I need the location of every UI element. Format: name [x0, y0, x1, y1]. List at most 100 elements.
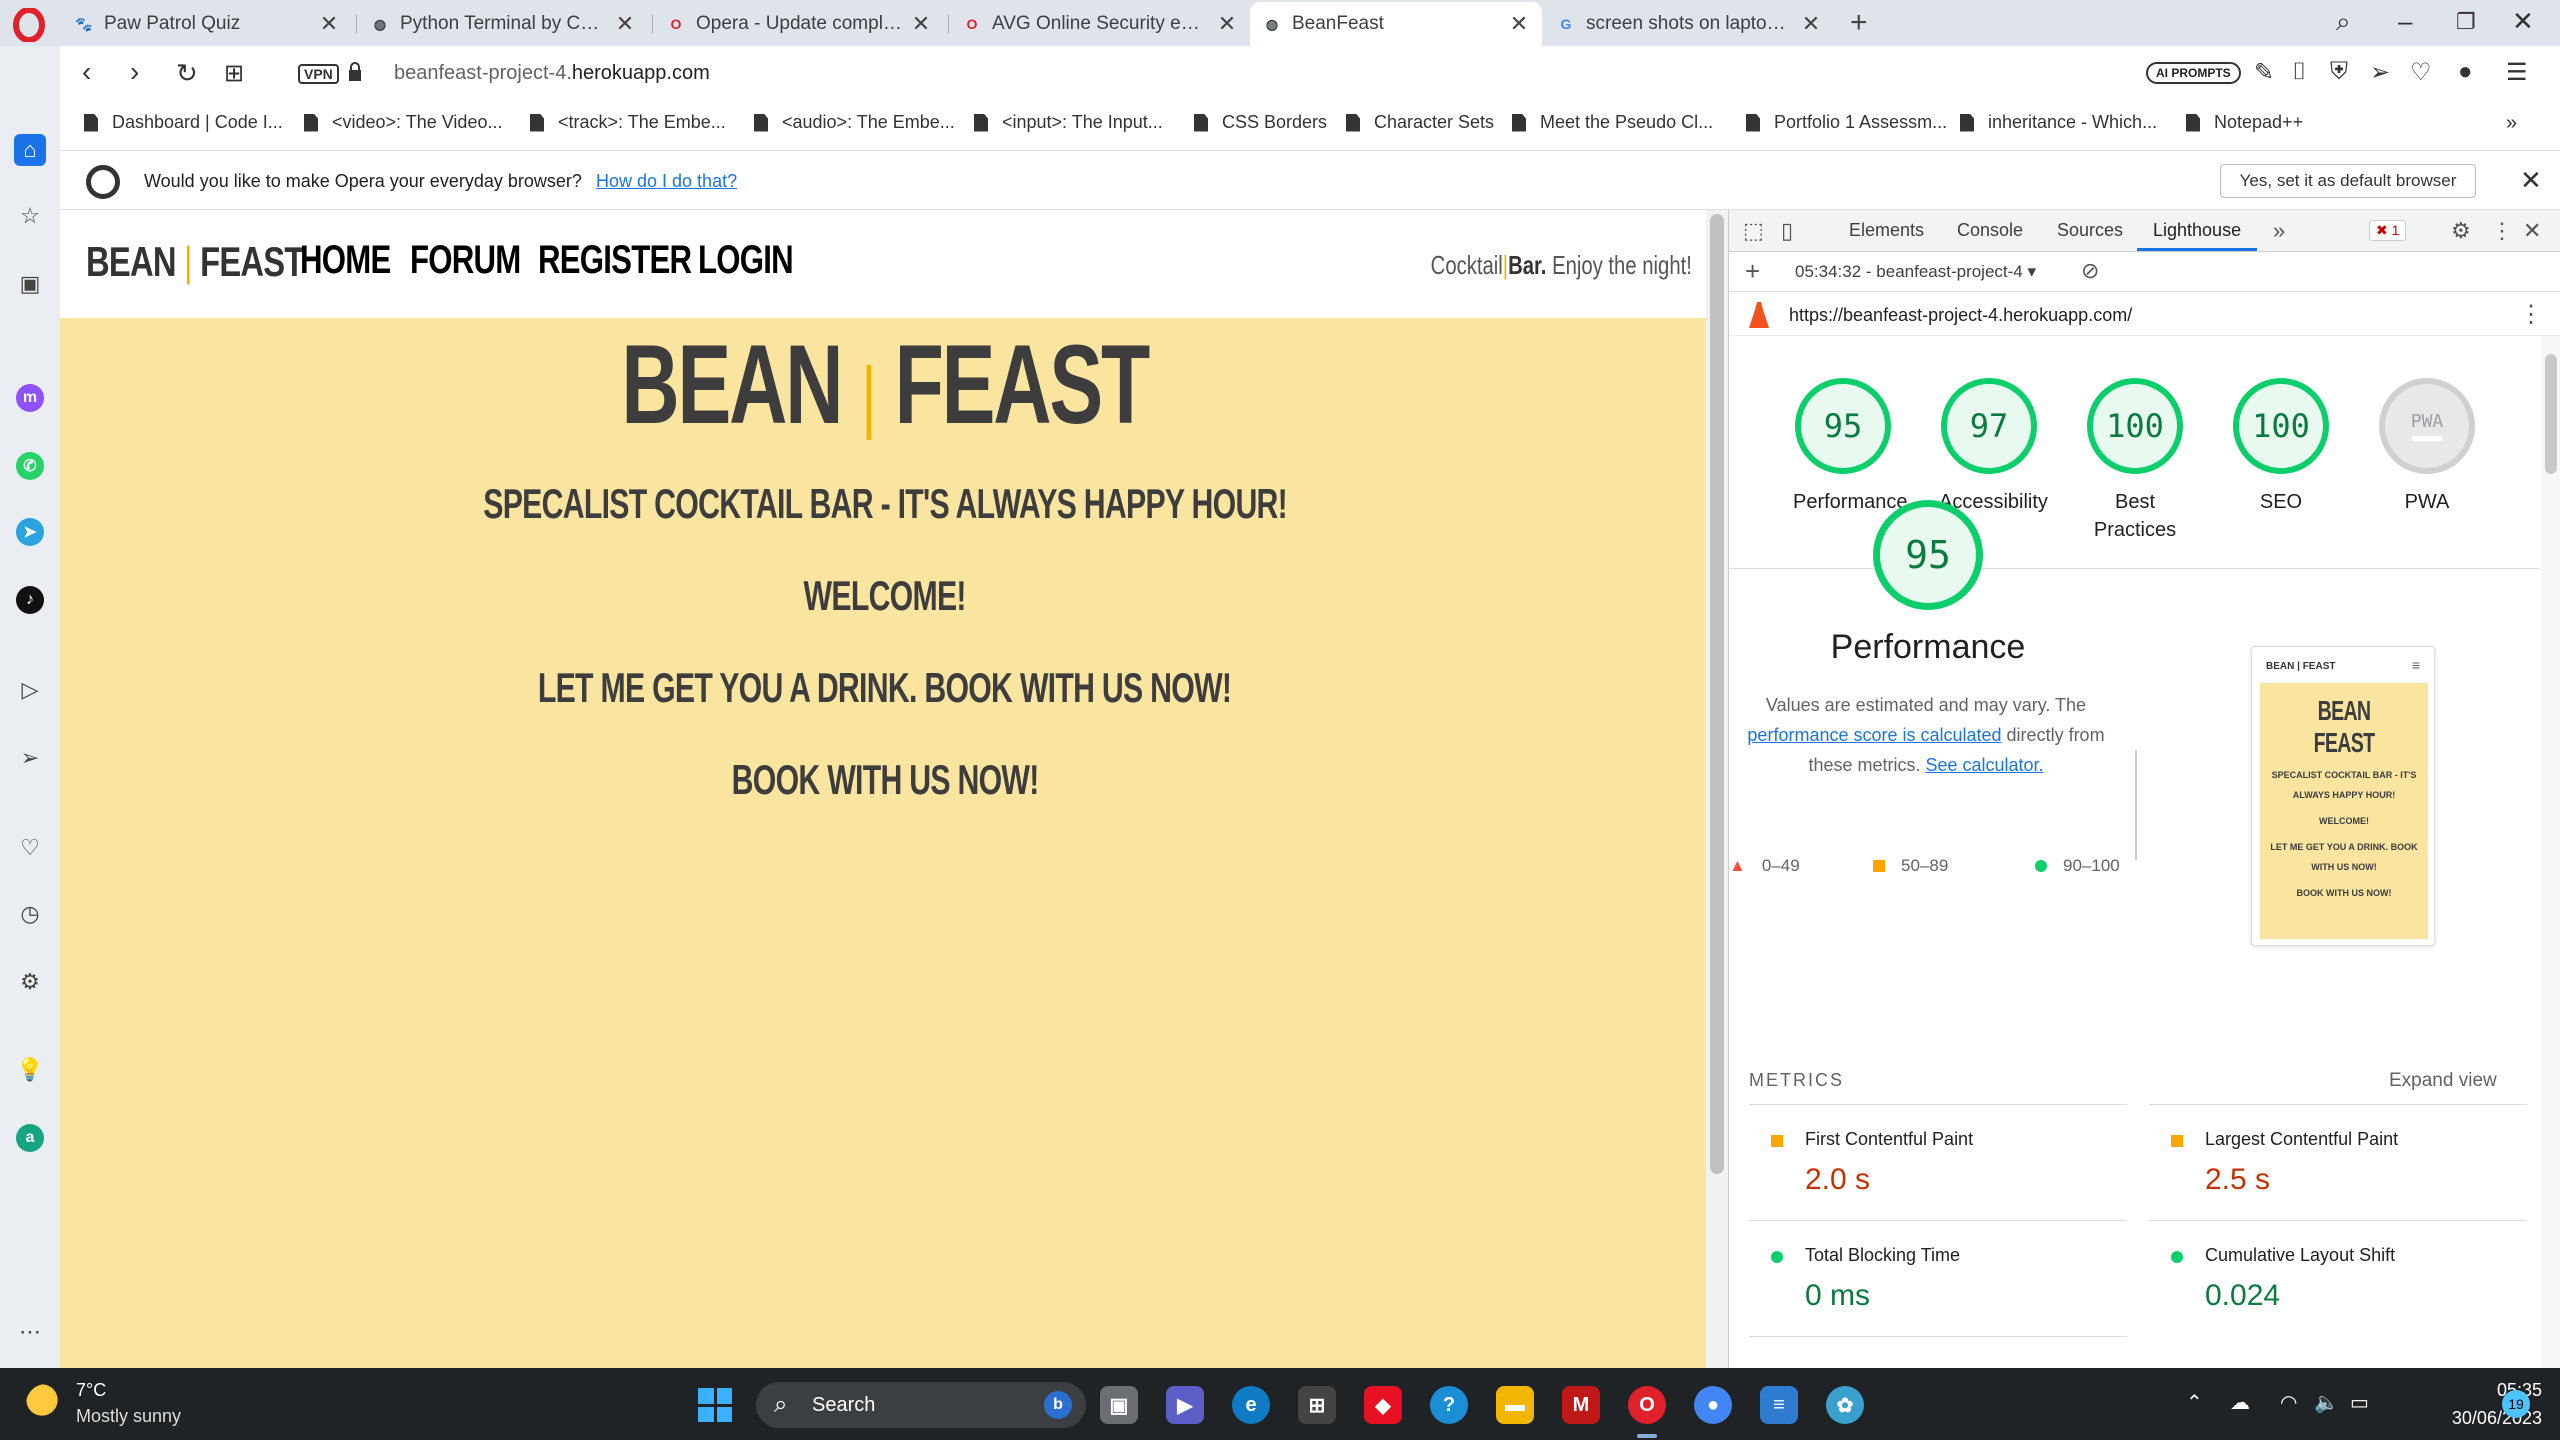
- wifi-icon[interactable]: ◠: [2280, 1390, 2297, 1415]
- nav-home[interactable]: HOME: [300, 238, 391, 283]
- nav-register[interactable]: REGISTER: [538, 238, 692, 283]
- devtools-settings-icon[interactable]: ⚙: [2451, 218, 2471, 244]
- edge-icon[interactable]: e: [1232, 1386, 1270, 1424]
- windows-start-icon[interactable]: [698, 1388, 732, 1422]
- new-report-icon[interactable]: +: [1745, 256, 1760, 287]
- edit-icon[interactable]: ✎: [2254, 58, 2274, 87]
- teams-chat-icon[interactable]: ▶: [1166, 1386, 1204, 1424]
- shopping-bag-icon[interactable]: ▣: [14, 268, 46, 300]
- battery-icon[interactable]: ▭: [2350, 1390, 2369, 1415]
- back-icon[interactable]: ‹: [82, 56, 91, 88]
- weather-sun-icon[interactable]: [26, 1384, 66, 1424]
- opera-taskbar-icon[interactable]: O: [1628, 1386, 1666, 1424]
- history-icon[interactable]: ◷: [14, 898, 46, 930]
- bookmark-item[interactable]: Dashboard | Code I...: [84, 112, 283, 133]
- restore-icon[interactable]: ❐: [2456, 9, 2476, 35]
- gauge-pwa[interactable]: PWA PWA: [2377, 378, 2477, 516]
- tab-console[interactable]: Console: [1957, 220, 2023, 241]
- tab-python-terminal[interactable]: ◍ Python Terminal by Code Ins ✕: [358, 2, 648, 46]
- tab-opera-update[interactable]: O Opera - Update complete! ✕: [654, 2, 944, 46]
- tray-overflow-icon[interactable]: ⌃: [2186, 1390, 2203, 1415]
- reload-icon[interactable]: ↻: [176, 58, 198, 89]
- bookmark-item[interactable]: Meet the Pseudo Cl...: [1512, 112, 1713, 133]
- notepad-icon[interactable]: ≡: [1760, 1386, 1798, 1424]
- paint-icon[interactable]: ✿: [1826, 1386, 1864, 1424]
- bookmark-item[interactable]: Character Sets: [1346, 112, 1494, 133]
- bookmark-item[interactable]: <audio>: The Embe...: [754, 112, 955, 133]
- player-icon[interactable]: ▷: [14, 674, 46, 706]
- bookmark-item[interactable]: Notepad++: [2186, 112, 2303, 133]
- expand-view-toggle[interactable]: Expand view: [2389, 1070, 2497, 1092]
- easy-setup-icon[interactable]: ☰: [2506, 58, 2528, 87]
- onedrive-icon[interactable]: ☁: [2230, 1390, 2250, 1415]
- home-icon[interactable]: ⌂: [14, 134, 46, 166]
- weather-temp[interactable]: 7°C: [76, 1380, 106, 1401]
- tab-close-icon[interactable]: ✕: [614, 11, 636, 37]
- task-view-icon[interactable]: ▣: [1100, 1386, 1138, 1424]
- tab-google-search[interactable]: G screen shots on laptop - Go ✕: [1544, 2, 1834, 46]
- score-calculated-link[interactable]: performance score is calculated: [1747, 725, 2001, 745]
- tab-sources[interactable]: Sources: [2057, 220, 2123, 241]
- app-icon[interactable]: ◆: [1364, 1386, 1402, 1424]
- tab-close-icon[interactable]: ✕: [1800, 11, 1822, 37]
- error-badge[interactable]: ✖ 1: [2369, 220, 2407, 241]
- bookmark-item[interactable]: inheritance - Which...: [1960, 112, 2157, 133]
- devtools-close-icon[interactable]: ✕: [2523, 218, 2541, 244]
- device-toggle-icon[interactable]: ▯: [1781, 218, 1793, 244]
- close-window-icon[interactable]: ✕: [2512, 6, 2534, 37]
- tab-close-icon[interactable]: ✕: [1508, 11, 1530, 37]
- search-tabs-icon[interactable]: ⌕: [2336, 6, 2351, 38]
- url-field[interactable]: beanfeast-project-4.herokuapp.com: [394, 62, 710, 85]
- mcafee-icon[interactable]: M: [1562, 1386, 1600, 1424]
- heart-icon[interactable]: ♡: [14, 832, 46, 864]
- volume-icon[interactable]: 🔈: [2314, 1390, 2339, 1415]
- send-icon[interactable]: ➢: [14, 742, 46, 774]
- nav-forum[interactable]: FORUM: [410, 238, 521, 283]
- vpn-badge[interactable]: VPN: [298, 64, 339, 84]
- tab-close-icon[interactable]: ✕: [1216, 11, 1238, 37]
- tab-paw-patrol-quiz[interactable]: 🐾 Paw Patrol Quiz ✕: [62, 2, 352, 46]
- help-icon[interactable]: ?: [1430, 1386, 1468, 1424]
- bookmark-item[interactable]: CSS Borders: [1194, 112, 1327, 133]
- more-tabs-icon[interactable]: »: [2273, 218, 2285, 244]
- tab-lighthouse[interactable]: Lighthouse: [2153, 220, 2241, 241]
- how-do-i-link[interactable]: How do I do that?: [596, 171, 737, 192]
- lightbulb-icon[interactable]: 💡: [14, 1054, 46, 1086]
- page-screenshot-thumbnail[interactable]: BEAN | FEAST ≡ BEAN FEAST SPECALIST COCK…: [2251, 646, 2435, 946]
- new-tab-icon[interactable]: +: [1850, 6, 1868, 40]
- set-default-button[interactable]: Yes, set it as default browser: [2220, 164, 2476, 198]
- camera-icon[interactable]: ⌷: [2292, 58, 2306, 86]
- tab-elements[interactable]: Elements: [1849, 220, 1924, 241]
- shield-icon[interactable]: ⛨: [2330, 58, 2348, 86]
- devtools-menu-icon[interactable]: ⋮: [2491, 218, 2513, 244]
- infobar-close-icon[interactable]: ✕: [2520, 165, 2542, 196]
- page-scrollbar[interactable]: [1706, 210, 1728, 1368]
- site-logo[interactable]: BEAN | FEAST: [86, 238, 304, 286]
- more-icon[interactable]: ⋯: [14, 1316, 46, 1348]
- store-icon[interactable]: ⊞: [1298, 1386, 1336, 1424]
- report-menu-icon[interactable]: ⋮: [2519, 300, 2543, 329]
- opera-menu-icon[interactable]: [12, 8, 46, 42]
- telegram-icon[interactable]: ➤: [16, 518, 44, 546]
- gauge-performance[interactable]: 95 Performance: [1793, 378, 1908, 516]
- bookmarks-overflow-icon[interactable]: »: [2506, 112, 2517, 135]
- heart-icon[interactable]: ♡: [2410, 58, 2432, 87]
- whatsapp-icon[interactable]: ✆: [16, 452, 44, 480]
- inspect-icon[interactable]: ⬚: [1743, 218, 1764, 244]
- file-explorer-icon[interactable]: ▬: [1496, 1386, 1534, 1424]
- messenger-icon[interactable]: m: [16, 384, 44, 412]
- aria-icon[interactable]: a: [16, 1124, 44, 1152]
- notification-badge[interactable]: 19: [2502, 1390, 2530, 1418]
- tiktok-icon[interactable]: ♪: [16, 586, 44, 614]
- tab-grid-icon[interactable]: ⊞: [224, 59, 244, 88]
- bookmark-item[interactable]: <video>: The Video...: [304, 112, 502, 133]
- lock-icon[interactable]: [348, 62, 362, 82]
- send-icon[interactable]: ➢: [2370, 58, 2390, 87]
- taskbar-search[interactable]: ⌕ Search b: [756, 1382, 1086, 1428]
- tab-avg-security[interactable]: O AVG Online Security extens ✕: [950, 2, 1250, 46]
- gauge-seo[interactable]: 100 SEO: [2231, 378, 2331, 516]
- see-calculator-link[interactable]: See calculator.: [1925, 755, 2043, 775]
- tab-close-icon[interactable]: ✕: [910, 11, 932, 37]
- forward-icon[interactable]: ›: [130, 56, 139, 88]
- profile-icon[interactable]: ●: [2458, 58, 2473, 86]
